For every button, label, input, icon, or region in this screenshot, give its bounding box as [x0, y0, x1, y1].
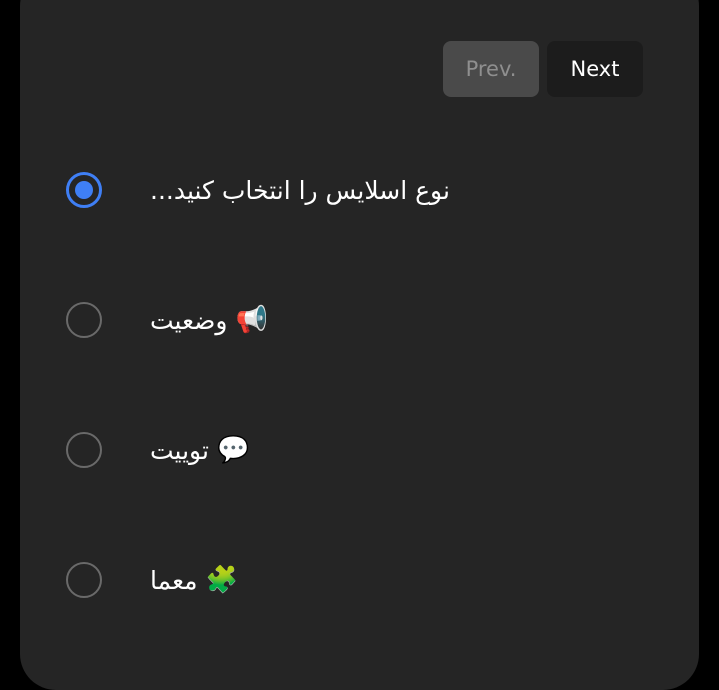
option-label: 🧩 معما — [150, 566, 238, 595]
megaphone-icon: 📢 — [235, 305, 268, 335]
option-select-slice-type[interactable]: نوع اسلایس را انتخاب کنید... — [66, 168, 450, 212]
option-riddle[interactable]: 🧩 معما — [66, 558, 238, 602]
option-label: 📢 وضعیت — [150, 306, 268, 335]
option-tweet[interactable]: 💬 توییت — [66, 428, 249, 472]
option-text: توییت — [150, 435, 209, 465]
option-text: نوع اسلایس را انتخاب کنید... — [150, 175, 450, 205]
speech-bubble-icon: 💬 — [216, 435, 250, 465]
radio-button-selected[interactable] — [66, 172, 102, 208]
prev-button[interactable]: Prev. — [443, 41, 539, 97]
radio-button[interactable] — [66, 562, 102, 598]
next-button[interactable]: Next — [547, 41, 643, 97]
radio-button[interactable] — [66, 302, 102, 338]
option-text: معما — [150, 565, 198, 595]
option-text: وضعیت — [150, 305, 228, 335]
puzzle-piece-icon: 🧩 — [205, 565, 238, 595]
pagination-nav: Prev. Next — [443, 41, 643, 97]
radio-button[interactable] — [66, 432, 102, 468]
option-status[interactable]: 📢 وضعیت — [66, 298, 268, 342]
option-label: نوع اسلایس را انتخاب کنید... — [150, 176, 450, 205]
option-label: 💬 توییت — [150, 436, 249, 465]
